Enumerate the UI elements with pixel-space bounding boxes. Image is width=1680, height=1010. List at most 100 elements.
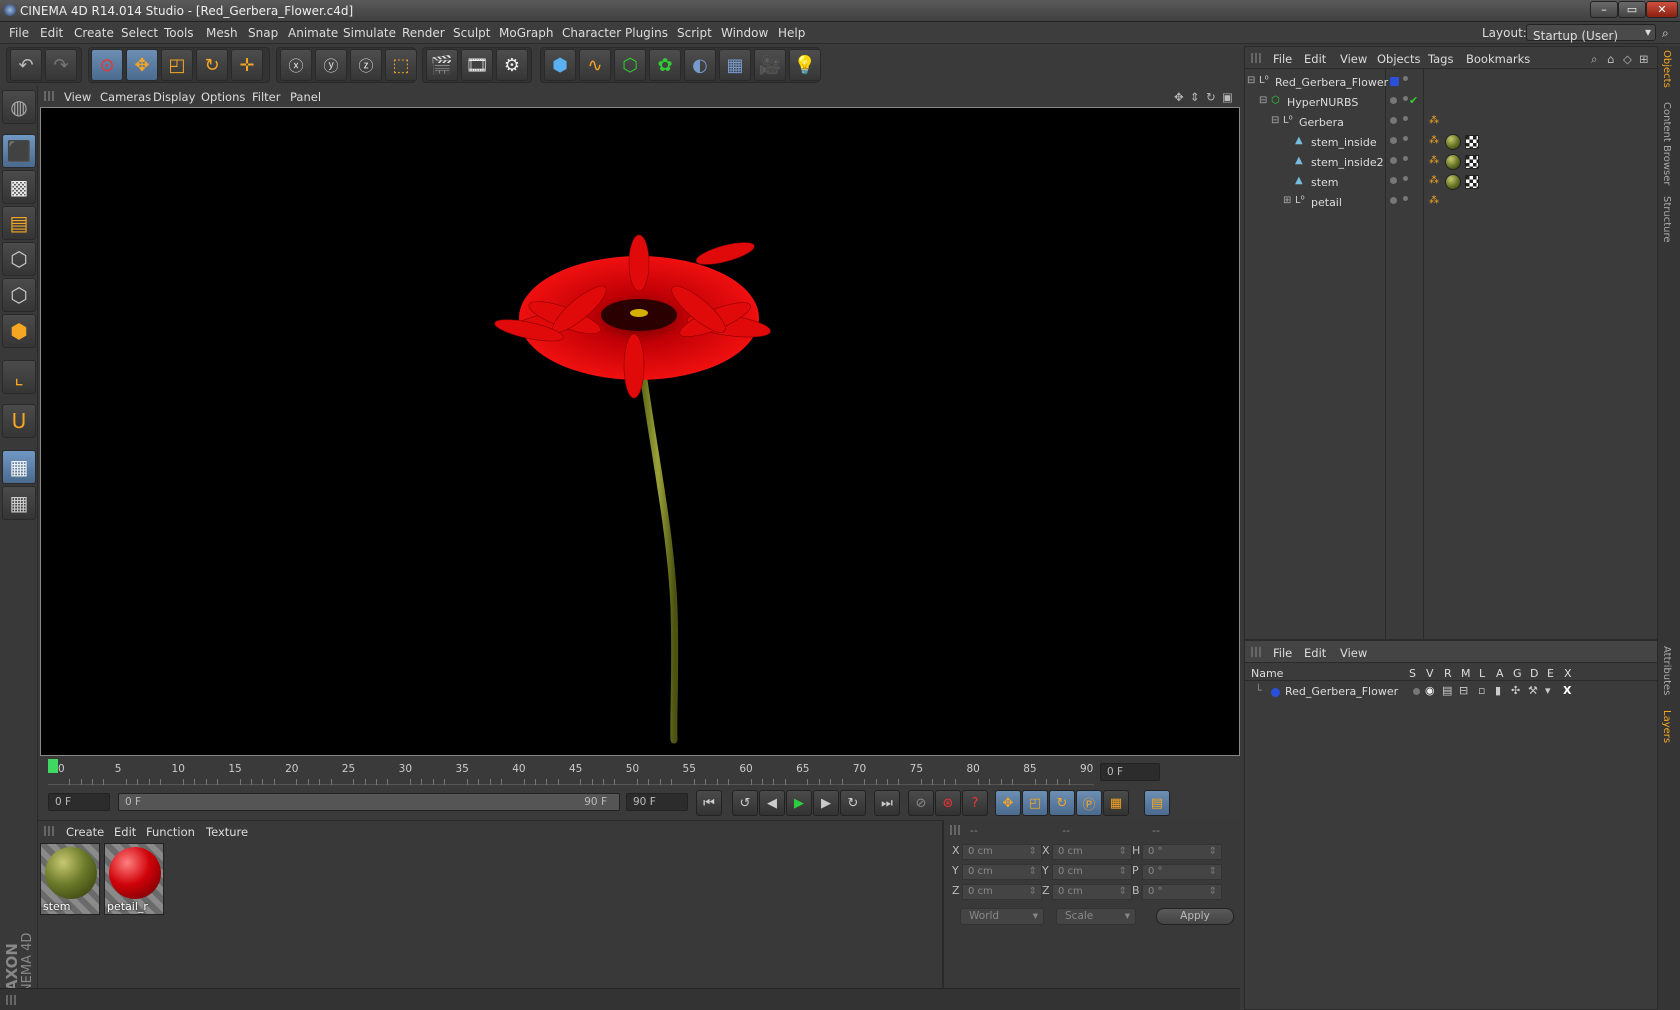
- eye-icon[interactable]: ◉: [1425, 684, 1435, 697]
- render-settings-icon[interactable]: ⚙: [496, 49, 528, 81]
- object-row[interactable]: ▲ stem_inside2 ⁂: [1245, 153, 1657, 173]
- material-swatch-petail[interactable]: petail_r: [104, 843, 164, 915]
- go-to-prev-key-icon[interactable]: ↺: [732, 790, 758, 816]
- nurbs-icon[interactable]: ⬡: [614, 49, 646, 81]
- render-visibility-dot[interactable]: [1403, 136, 1408, 141]
- object-menu-view[interactable]: View: [1340, 52, 1367, 66]
- expand-toggle-icon[interactable]: ⊟: [1259, 95, 1267, 106]
- minimize-button[interactable]: –: [1590, 1, 1618, 18]
- editor-visibility-dot[interactable]: [1390, 137, 1397, 144]
- start-frame-field[interactable]: 0 F: [48, 793, 110, 811]
- deformer-icon[interactable]: ◐: [684, 49, 716, 81]
- object-row[interactable]: ⊟ L⁰ Red_Gerbera_Flower: [1245, 73, 1657, 93]
- go-to-start-icon[interactable]: ⏮: [696, 790, 722, 816]
- menu-tools[interactable]: Tools: [164, 26, 194, 40]
- move-tool-icon[interactable]: ✥: [126, 49, 158, 81]
- menu-mesh[interactable]: Mesh: [206, 26, 238, 40]
- render-visibility-dot[interactable]: [1403, 116, 1408, 121]
- layer-col-manager[interactable]: M: [1461, 667, 1471, 680]
- tab-objects[interactable]: Objects: [1661, 50, 1672, 88]
- phong-tag-icon[interactable]: ⁂: [1429, 195, 1439, 206]
- current-frame-field[interactable]: 0 F: [1100, 763, 1160, 781]
- viewport-menu-view[interactable]: View: [64, 90, 91, 104]
- material-tag-icon[interactable]: [1445, 174, 1461, 190]
- render-visibility-dot[interactable]: [1403, 76, 1408, 81]
- stepper-arrows-icon[interactable]: ⇕: [1029, 845, 1037, 859]
- timeline-ruler[interactable]: 0 5 10 15 20 25 30 35 40 45 50 55 60 65 70 75 80 85 90 0 F: [40, 757, 1240, 787]
- go-to-next-key-icon[interactable]: ↻: [840, 790, 866, 816]
- viewport-menu-cameras[interactable]: Cameras: [100, 90, 151, 104]
- make-editable-icon[interactable]: ◍: [2, 90, 36, 124]
- layer-row[interactable]: └ Red_Gerbera_Flower ◉ ▤ ⊟ ▫ ▮ ✣ ⚒ ▾ X: [1245, 683, 1657, 701]
- expand-toggle-icon[interactable]: ⊟: [1271, 115, 1279, 126]
- layer-col-render[interactable]: R: [1444, 667, 1452, 680]
- menu-edit[interactable]: Edit: [40, 26, 63, 40]
- viewport-move-icon[interactable]: ✥: [1174, 90, 1184, 104]
- menu-select[interactable]: Select: [121, 26, 158, 40]
- object-name[interactable]: Red_Gerbera_Flower: [1275, 76, 1388, 89]
- prev-frame-icon[interactable]: ◀: [759, 790, 785, 816]
- autokey-icon[interactable]: ⊛: [935, 790, 961, 816]
- key-rotation-icon[interactable]: ↻: [1049, 790, 1075, 816]
- camera-icon[interactable]: 🎥: [754, 49, 786, 81]
- key-scale-icon[interactable]: ◰: [1022, 790, 1048, 816]
- layer-menu-edit[interactable]: Edit: [1304, 646, 1326, 660]
- redo-icon[interactable]: ↷: [45, 49, 77, 81]
- object-menu-file[interactable]: File: [1273, 52, 1292, 66]
- tab-structure[interactable]: Structure: [1661, 196, 1672, 243]
- live-selection-icon[interactable]: ⊙: [91, 49, 123, 81]
- menu-script[interactable]: Script: [677, 26, 712, 40]
- menu-animate[interactable]: Animate: [288, 26, 338, 40]
- menu-character[interactable]: Character: [562, 26, 621, 40]
- size-field[interactable]: 0 cm ⇕: [1052, 864, 1132, 880]
- key-pla-icon[interactable]: ▦: [1103, 790, 1129, 816]
- snap-magnet-icon[interactable]: U: [2, 404, 36, 438]
- tab-layers[interactable]: Layers: [1661, 710, 1672, 743]
- phong-tag-icon[interactable]: ⁂: [1429, 115, 1439, 126]
- enabled-check-icon[interactable]: ✔: [1409, 94, 1418, 107]
- uvw-tag-icon[interactable]: [1465, 135, 1479, 149]
- generator-icon[interactable]: ✣: [1511, 684, 1520, 697]
- phong-tag-icon[interactable]: ⁂: [1429, 175, 1439, 186]
- editor-visibility-dot[interactable]: [1390, 197, 1397, 204]
- object-row[interactable]: ⊟ L⁰ Gerbera ⁂: [1245, 113, 1657, 133]
- object-menu-bookmarks[interactable]: Bookmarks: [1466, 52, 1530, 66]
- render-visibility-dot[interactable]: [1403, 196, 1408, 201]
- menu-snap[interactable]: Snap: [248, 26, 278, 40]
- edges-mode-icon[interactable]: ⬡: [2, 278, 36, 312]
- object-row[interactable]: ⊞ L⁰ petail ⁂: [1245, 193, 1657, 213]
- viewport-menu-options[interactable]: Options: [201, 90, 245, 104]
- light-icon[interactable]: 💡: [789, 49, 821, 81]
- tab-attributes[interactable]: Attributes: [1661, 646, 1672, 695]
- uvw-tag-icon[interactable]: [1465, 155, 1479, 169]
- render-visibility-dot[interactable]: [1403, 176, 1408, 181]
- rotation-field[interactable]: 0 ° ⇕: [1142, 844, 1222, 860]
- play-icon[interactable]: ▶: [786, 790, 812, 816]
- expression-icon[interactable]: ▾: [1545, 684, 1551, 697]
- menu-mograph[interactable]: MoGraph: [499, 26, 554, 40]
- render-clapper-icon[interactable]: ▤: [1442, 684, 1452, 697]
- phong-tag-icon[interactable]: ⁂: [1429, 155, 1439, 166]
- object-name[interactable]: Gerbera: [1299, 116, 1344, 129]
- layer-col-deformers[interactable]: D: [1530, 667, 1538, 680]
- y-axis-lock-icon[interactable]: ⓨ: [315, 49, 347, 81]
- close-button[interactable]: ✕: [1646, 1, 1678, 18]
- array-icon[interactable]: ✿: [649, 49, 681, 81]
- position-field[interactable]: 0 cm ⇕: [962, 884, 1042, 900]
- render-visibility-dot[interactable]: [1403, 156, 1408, 161]
- rotation-field[interactable]: 0 ° ⇕: [1142, 864, 1222, 880]
- maximize-button[interactable]: ▭: [1618, 1, 1646, 18]
- key-parameter-icon[interactable]: Ⓟ: [1076, 790, 1102, 816]
- panel-grip-icon[interactable]: [1251, 53, 1261, 63]
- object-name[interactable]: petail: [1311, 196, 1342, 209]
- menu-simulate[interactable]: Simulate: [343, 26, 396, 40]
- menu-help[interactable]: Help: [778, 26, 805, 40]
- size-field[interactable]: 0 cm ⇕: [1052, 884, 1132, 900]
- layer-col-view[interactable]: V: [1426, 667, 1434, 680]
- object-menu-objects[interactable]: Objects: [1377, 52, 1420, 66]
- object-menu-edit[interactable]: Edit: [1304, 52, 1326, 66]
- add-tool-icon[interactable]: ✛: [231, 49, 263, 81]
- bookmark-icon[interactable]: ◇: [1623, 52, 1632, 66]
- object-row[interactable]: ⊟ ⬡ HyperNURBS ✔: [1245, 93, 1657, 113]
- coordinate-system-icon[interactable]: ⬚: [385, 49, 417, 81]
